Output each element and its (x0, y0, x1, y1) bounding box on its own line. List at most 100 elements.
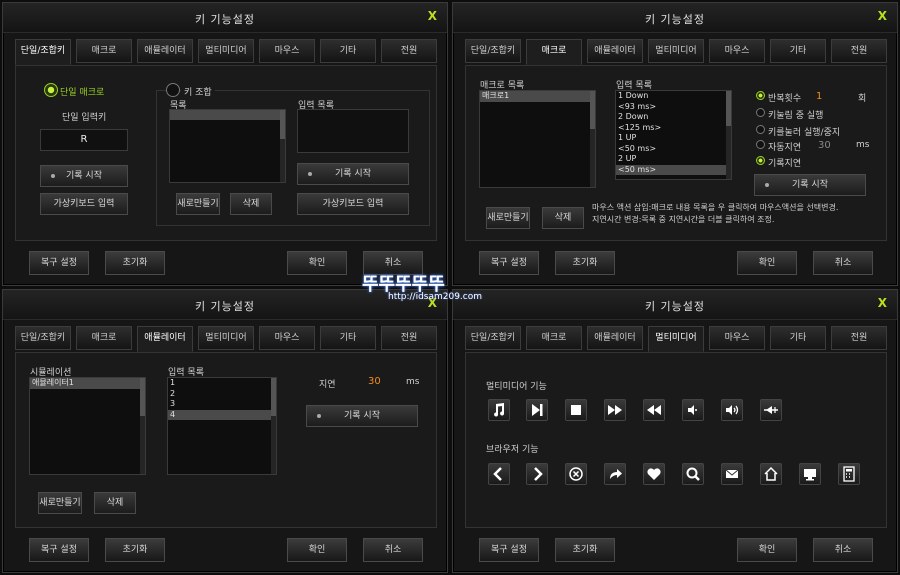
macro-list[interactable]: 매크로1 (479, 90, 596, 188)
tab-macro[interactable]: 매크로 (76, 326, 132, 350)
list-item[interactable]: 2 Down (616, 112, 731, 123)
restore-settings-button[interactable]: 복구 설정 (479, 538, 539, 562)
search-icon[interactable] (682, 463, 704, 485)
list-item[interactable]: 2 (168, 389, 276, 400)
list-item[interactable]: 2 UP (616, 154, 731, 165)
my-computer-icon[interactable] (799, 463, 821, 485)
list-item[interactable]: 3 (168, 399, 276, 410)
reset-button[interactable]: 초기화 (555, 538, 615, 562)
tab-power[interactable]: 전원 (381, 39, 437, 63)
toggle-radio[interactable] (756, 125, 765, 134)
refresh-icon[interactable] (604, 463, 626, 485)
tab-multimedia[interactable]: 멀티미디어 (648, 326, 704, 352)
delete-button[interactable]: 삭제 (230, 193, 272, 215)
tab-power[interactable]: 전원 (381, 326, 437, 350)
tab-mouse[interactable]: 마우스 (259, 326, 315, 350)
favorites-icon[interactable] (643, 463, 665, 485)
volume-down-icon[interactable] (682, 399, 704, 421)
key-combo-radio[interactable] (166, 83, 180, 97)
input-list[interactable]: 1 2 3 4 (167, 377, 277, 475)
home-icon[interactable] (760, 463, 782, 485)
record-start-button[interactable]: 기록 시작 (754, 174, 866, 196)
single-input-field[interactable]: R (40, 129, 128, 151)
tab-emulator[interactable]: 애뮬레이터 (137, 326, 193, 352)
tab-multimedia[interactable]: 멀티미디어 (648, 39, 704, 63)
list-item[interactable] (170, 110, 285, 120)
tab-macro[interactable]: 매크로 (526, 326, 582, 350)
input-list[interactable] (297, 109, 409, 153)
scrollbar[interactable] (271, 378, 276, 474)
list-item[interactable]: 애뮬레이터1 (30, 378, 145, 389)
list-item[interactable]: <93 ms> (616, 102, 731, 113)
scrollbar[interactable] (140, 378, 145, 474)
cancel-button[interactable]: 취소 (813, 538, 873, 562)
virtual-keyboard-button[interactable]: 가상키보드 입력 (40, 193, 128, 215)
tab-multimedia[interactable]: 멀티미디어 (198, 326, 254, 350)
tab-etc[interactable]: 기타 (320, 39, 376, 63)
restore-settings-button[interactable]: 복구 설정 (29, 538, 89, 562)
forward-icon[interactable] (526, 463, 548, 485)
calculator-icon[interactable] (838, 463, 860, 485)
tab-macro[interactable]: 매크로 (526, 39, 582, 65)
fast-forward-icon[interactable] (604, 399, 626, 421)
ok-button[interactable]: 확인 (287, 251, 347, 275)
tab-power[interactable]: 전원 (831, 326, 887, 350)
reset-button[interactable]: 초기화 (105, 538, 165, 562)
list-item[interactable]: 1 (168, 378, 276, 389)
combo-list[interactable] (169, 109, 286, 183)
scrollbar[interactable] (726, 91, 731, 179)
rewind-icon[interactable] (643, 399, 665, 421)
tab-single-combo[interactable]: 단일/조합키 (15, 326, 71, 350)
tab-emulator[interactable]: 애뮬레이터 (137, 39, 193, 63)
play-next-icon[interactable] (526, 399, 548, 421)
while-pressed-radio[interactable] (756, 108, 765, 117)
tab-etc[interactable]: 기타 (770, 39, 826, 63)
reset-button[interactable]: 초기화 (105, 251, 165, 275)
tab-single-combo[interactable]: 단일/조합키 (15, 39, 71, 65)
close-icon[interactable]: X (878, 296, 887, 310)
tab-mouse[interactable]: 마우스 (709, 39, 765, 63)
mail-icon[interactable] (721, 463, 743, 485)
record-start-button[interactable]: 기록 시작 (40, 165, 128, 187)
delete-button[interactable]: 삭제 (542, 207, 584, 229)
ok-button[interactable]: 확인 (287, 538, 347, 562)
virtual-keyboard-button-2[interactable]: 가상키보드 입력 (297, 193, 409, 215)
tab-macro[interactable]: 매크로 (76, 39, 132, 63)
tab-single-combo[interactable]: 단일/조합키 (465, 326, 521, 350)
reset-button[interactable]: 초기화 (555, 251, 615, 275)
mute-icon[interactable] (760, 399, 782, 421)
delete-button[interactable]: 삭제 (94, 492, 136, 514)
tab-single-combo[interactable]: 단일/조합키 (465, 39, 521, 63)
tab-mouse[interactable]: 마우스 (709, 326, 765, 350)
simulation-list[interactable]: 애뮬레이터1 (29, 377, 146, 475)
stop-icon[interactable] (565, 399, 587, 421)
list-item[interactable]: 1 UP (616, 133, 731, 144)
new-button[interactable]: 새로만들기 (176, 193, 220, 215)
single-macro-radio[interactable] (44, 83, 58, 97)
list-item[interactable]: <50 ms> (616, 164, 731, 175)
tab-etc[interactable]: 기타 (320, 326, 376, 350)
tab-etc[interactable]: 기타 (770, 326, 826, 350)
close-icon[interactable]: X (878, 9, 887, 23)
tab-multimedia[interactable]: 멀티미디어 (198, 39, 254, 63)
list-item[interactable]: 매크로1 (480, 91, 595, 102)
stop-load-icon[interactable] (565, 463, 587, 485)
music-icon[interactable] (488, 399, 510, 421)
list-item[interactable]: 4 (168, 409, 276, 420)
tab-power[interactable]: 전원 (831, 39, 887, 63)
restore-settings-button[interactable]: 복구 설정 (29, 251, 89, 275)
repeat-count-value[interactable]: 1 (816, 91, 822, 102)
auto-delay-radio[interactable] (756, 140, 765, 149)
record-start-button[interactable]: 기록 시작 (306, 405, 418, 427)
new-button[interactable]: 새로만들기 (486, 207, 530, 229)
cancel-button[interactable]: 취소 (363, 538, 423, 562)
list-item[interactable]: <125 ms> (616, 123, 731, 134)
scrollbar[interactable] (590, 91, 595, 187)
repeat-count-radio[interactable] (756, 91, 765, 100)
cancel-button[interactable]: 취소 (813, 251, 873, 275)
delay-value[interactable]: 30 (368, 376, 381, 387)
tab-emulator[interactable]: 애뮬레이터 (587, 39, 643, 63)
close-icon[interactable]: X (428, 9, 437, 23)
list-item[interactable]: <50 ms> (616, 144, 731, 155)
record-delay-radio[interactable] (756, 156, 765, 165)
